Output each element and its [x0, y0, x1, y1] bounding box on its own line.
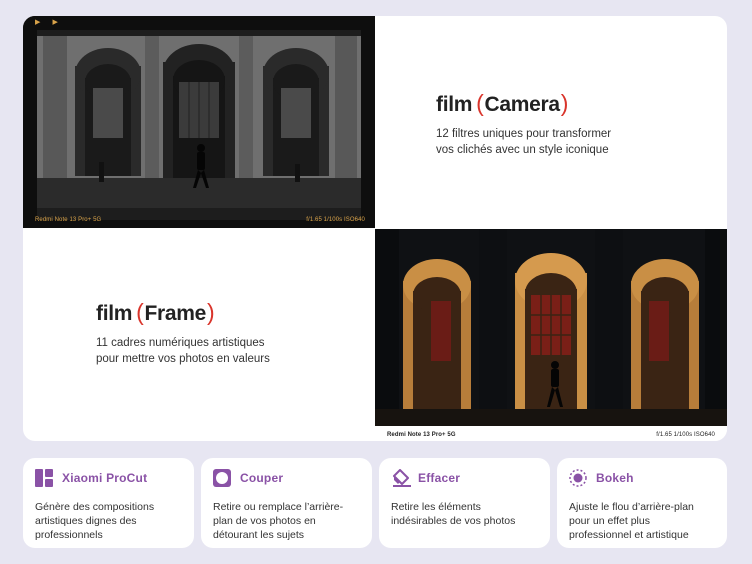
arches-bw-illustration	[23, 16, 375, 228]
tool-description: Génère des compositions artistiques dign…	[35, 501, 155, 541]
tool-description: Retire les éléments indésirables de vos …	[391, 501, 516, 527]
feature-card: ▶ ▶ Redmi Note 13 Pro+ 5G f/1.65 1/100s …	[23, 16, 727, 441]
bokeh-aperture-icon	[569, 469, 587, 487]
tool-header: Effacer	[391, 468, 538, 488]
film-camera-feature: film ( Camera ) 12 filtres uniques pour …	[436, 90, 611, 158]
film-frame-feature: film ( Frame ) 11 cadres numériques arti…	[96, 299, 270, 367]
exif-label: f/1.65 1/100s ISO640	[656, 432, 715, 438]
tool-description: Retire ou remplace l’arrière- plan de vo…	[213, 501, 344, 541]
flag-icon: ▶	[52, 19, 59, 26]
photo-monochrome-arches: ▶ ▶ Redmi Note 13 Pro+ 5G f/1.65 1/100s …	[23, 16, 375, 228]
tool-title: Effacer	[418, 471, 461, 485]
tool-title: Couper	[240, 471, 284, 485]
cutout-circle-icon	[213, 469, 231, 487]
tool-card-procut: Xiaomi ProCut Génère des compositions ar…	[23, 458, 194, 548]
eraser-icon	[391, 469, 411, 487]
tool-header: Couper	[213, 468, 360, 488]
procut-grid-icon	[35, 469, 53, 487]
tool-header: Bokeh	[569, 468, 715, 488]
film-camera-description: 12 filtres uniques pour transformer vos …	[436, 128, 612, 156]
film-frame-title: film ( Frame )	[96, 299, 215, 325]
flag-markers: ▶ ▶	[35, 18, 58, 26]
exif-label: f/1.65 1/100s ISO640	[306, 217, 365, 223]
arches-warm-illustration	[375, 229, 727, 426]
device-label: Redmi Note 13 Pro+ 5G	[35, 217, 102, 223]
tool-description: Ajuste le flou d’arrière-plan pour un ef…	[569, 501, 694, 541]
tool-title: Xiaomi ProCut	[62, 471, 148, 485]
tool-card-bokeh: Bokeh Ajuste le flou d’arrière-plan pour…	[557, 458, 727, 548]
device-label: Redmi Note 13 Pro+ 5G	[387, 432, 456, 438]
tool-title: Bokeh	[596, 471, 634, 485]
film-camera-title: film ( Camera )	[436, 90, 569, 116]
tool-card-couper: Couper Retire ou remplace l’arrière- pla…	[201, 458, 372, 548]
tool-card-effacer: Effacer Retire les éléments indésirables…	[379, 458, 550, 548]
tool-header: Xiaomi ProCut	[35, 468, 182, 488]
film-frame-description: 11 cadres numériques artistiques pour me…	[96, 337, 270, 365]
flag-icon: ▶	[35, 19, 41, 26]
photo-warm-arches: Redmi Note 13 Pro+ 5G f/1.65 1/100s ISO6…	[375, 229, 727, 441]
